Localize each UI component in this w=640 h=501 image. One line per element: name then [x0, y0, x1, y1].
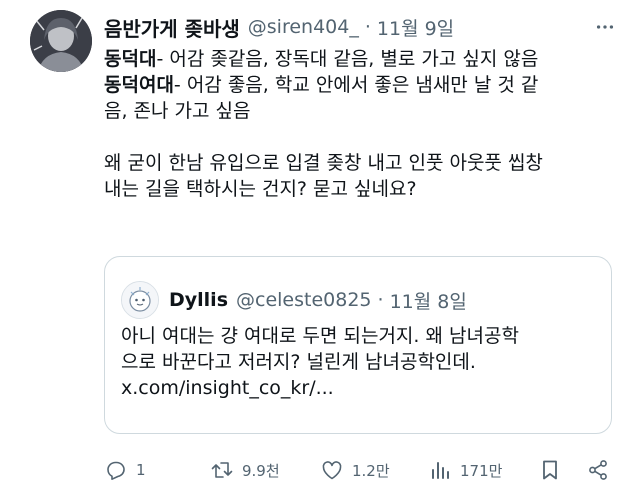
- tweet-text: 동덕대- 어감 좆같음, 장독대 같음, 별로 가고 싶지 않음 동덕여대- 어…: [104, 46, 624, 202]
- tweet-line-text: 왜 굳이 한남 유입으로 입결 좆창 내고 인풋 아웃풋 씹창: [104, 152, 543, 174]
- quote-date[interactable]: 11월 8일: [390, 287, 467, 314]
- like-button[interactable]: 1.2만: [320, 458, 390, 482]
- action-bar: 1 9.9천 1.2만 171만: [104, 454, 618, 486]
- quote-header: Dyllis @celeste0825 · 11월 8일: [121, 281, 467, 319]
- reply-count: 1: [136, 461, 146, 479]
- tweet-line-bold: 동덕대: [104, 48, 157, 70]
- bookmark-icon: [543, 460, 557, 480]
- quote-link[interactable]: x.com/insight_co_kr/...: [121, 375, 591, 401]
- tweet-line: 음, 존나 가고 싶음: [104, 98, 624, 124]
- tweet-line: 동덕대- 어감 좆같음, 장독대 같음, 별로 가고 싶지 않음: [104, 46, 624, 72]
- quote-line: 아니 여대는 걍 여대로 두면 되는거지. 왜 남녀공학: [121, 325, 519, 347]
- tweet-line: 내는 길을 택하시는 건지? 묻고 싶네요?: [104, 176, 624, 202]
- tweet-line-text: 내는 길을 택하시는 건지? 묻고 싶네요?: [104, 178, 417, 200]
- author-name[interactable]: 음반가게 좆바생: [104, 13, 240, 42]
- share-icon: [589, 460, 607, 480]
- reply-button[interactable]: 1: [104, 458, 146, 482]
- quote-separator: ·: [377, 289, 384, 311]
- quote-author-name[interactable]: Dyllis: [169, 289, 228, 311]
- share-button[interactable]: [586, 458, 610, 482]
- quote-avatar[interactable]: [121, 281, 159, 319]
- views-count: 171만: [460, 461, 503, 480]
- tweet-line-bold: 동덕여대: [104, 74, 174, 96]
- tweet-line-text: - 어감 좋음, 학교 안에서 좋은 냄새만 날 것 같: [173, 74, 539, 96]
- like-count: 1.2만: [352, 461, 390, 480]
- retweet-button[interactable]: 9.9천: [210, 458, 280, 482]
- more-icon[interactable]: [592, 14, 618, 40]
- reply-icon: [107, 461, 125, 480]
- like-icon: [322, 461, 342, 480]
- quote-text: 아니 여대는 걍 여대로 두면 되는거지. 왜 남녀공학 으로 바꾼다고 저러지…: [121, 323, 591, 401]
- tweet-line: 동덕여대- 어감 좋음, 학교 안에서 좋은 냄새만 날 것 같: [104, 72, 624, 98]
- retweet-icon: [211, 462, 233, 478]
- views-icon: [432, 462, 449, 479]
- tweet-line-text: - 어감 좆같음, 장독대 같음, 별로 가고 싶지 않음: [156, 48, 539, 70]
- quoted-tweet[interactable]: Dyllis @celeste0825 · 11월 8일 아니 여대는 걍 여대…: [104, 256, 612, 434]
- tweet-header: 음반가게 좆바생 @siren404_ · 11월 9일: [104, 12, 618, 42]
- author-handle[interactable]: @siren404_: [248, 16, 359, 38]
- bookmark-button[interactable]: [538, 458, 562, 482]
- views-button[interactable]: 171만: [428, 458, 502, 482]
- tweet-date[interactable]: 11월 9일: [377, 14, 454, 41]
- retweet-count: 9.9천: [242, 461, 280, 480]
- tweet-line-text: 음, 존나 가고 싶음: [104, 100, 251, 122]
- tweet-line: 왜 굳이 한남 유입으로 입결 좆창 내고 인풋 아웃풋 씹창: [104, 150, 624, 176]
- quote-author-handle[interactable]: @celeste0825: [236, 289, 372, 311]
- author-avatar[interactable]: [30, 10, 92, 72]
- header-separator: ·: [364, 16, 371, 38]
- quote-line: 으로 바꾼다고 저러지? 널린게 남녀공학인데.: [121, 351, 476, 373]
